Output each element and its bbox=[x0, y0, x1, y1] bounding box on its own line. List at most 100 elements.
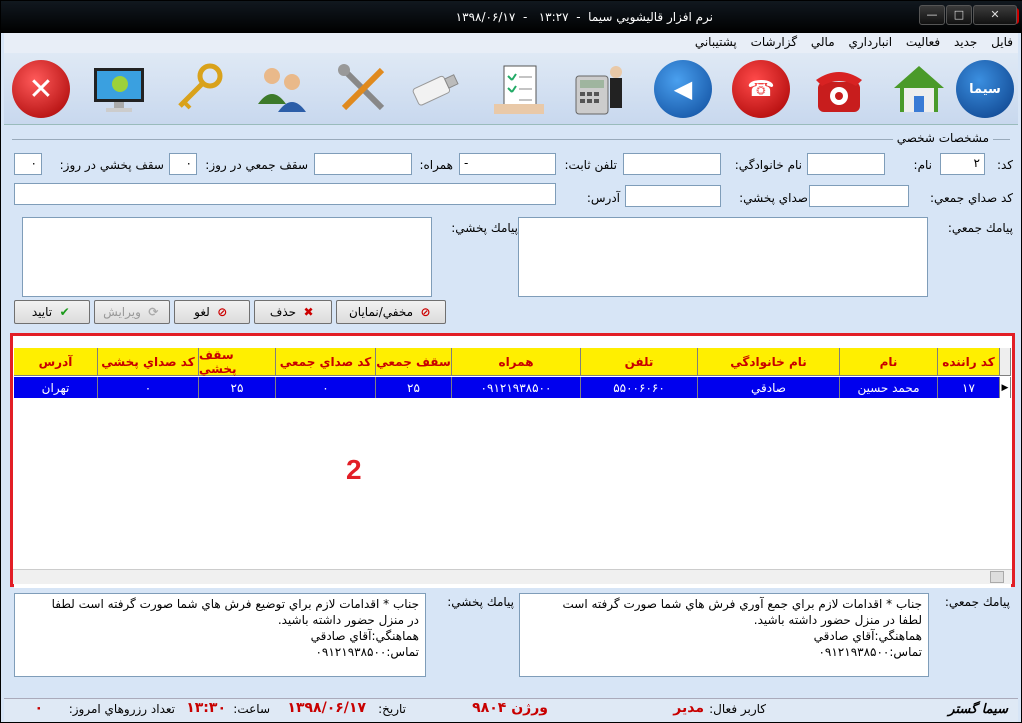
minimize-button[interactable]: — bbox=[919, 5, 945, 25]
group-voice-label: كد صداي جمعي: bbox=[929, 191, 1013, 205]
table-header[interactable]: نام خانوادگي bbox=[698, 348, 840, 376]
family-label: نام خانوادگي: bbox=[734, 158, 802, 172]
personal-info-panel: مشخصات شخصي كد: ۲ نام: نام خانوادگي: تلف… bbox=[4, 125, 1018, 331]
edit-button[interactable]: ⟳ ويرايش bbox=[94, 300, 170, 324]
cell-group-cap[interactable]: ۲۵ bbox=[376, 377, 452, 398]
broadcast-cap-label: سقف پخشي در روز: bbox=[59, 158, 164, 172]
cell-driver-code[interactable]: ۱۷ bbox=[938, 377, 1000, 398]
family-field[interactable] bbox=[623, 153, 721, 175]
cell-address[interactable]: تهران bbox=[14, 377, 98, 398]
tools-icon[interactable] bbox=[330, 56, 396, 122]
group-sms-label: پيامك جمعي: bbox=[947, 221, 1013, 235]
monitor-icon[interactable] bbox=[86, 56, 152, 122]
checklist-icon[interactable] bbox=[486, 56, 552, 122]
megaphone-icon[interactable]: ◀ bbox=[650, 56, 716, 122]
user-label: كاربر فعال: bbox=[709, 702, 766, 716]
maximize-button[interactable]: □ bbox=[946, 5, 972, 25]
menu-inventory[interactable]: انبارداري bbox=[843, 33, 897, 51]
table-header[interactable]: نام bbox=[840, 348, 938, 376]
x-icon: ✖ bbox=[303, 305, 314, 319]
phone-circle-icon[interactable]: ☎ bbox=[728, 56, 794, 122]
code-field[interactable]: ۲ bbox=[940, 153, 985, 175]
red-phone-icon[interactable] bbox=[806, 56, 872, 122]
sima-logo-icon[interactable]: سيما bbox=[952, 56, 1018, 122]
reservations-label: تعداد رزروهاي امروز: bbox=[68, 702, 175, 716]
broadcast-sms-label: پيامك پخشي: bbox=[451, 221, 518, 235]
name-label: نام: bbox=[913, 158, 932, 172]
table-header[interactable]: همراه bbox=[452, 348, 581, 376]
title-time: ۱۳:۲۷ bbox=[538, 10, 569, 24]
cell-broadcast-cap[interactable]: ۲۵ bbox=[199, 377, 276, 398]
table-header[interactable]: كد راننده bbox=[938, 348, 1000, 376]
toolbar: سيما ☎ ◀ ✕ bbox=[4, 53, 1018, 125]
menu-bar: فايل جديد فعاليت انبارداري مالي گزارشات … bbox=[4, 33, 1018, 53]
cell-family[interactable]: صادقي bbox=[698, 377, 840, 398]
menu-new[interactable]: جديد bbox=[949, 33, 982, 51]
cell-phone[interactable]: ۵۵۰۰۶۰۶۰ bbox=[581, 377, 698, 398]
horizontal-scrollbar[interactable] bbox=[13, 569, 1012, 584]
cell-group-voice[interactable]: ۰ bbox=[276, 377, 376, 398]
delete-button[interactable]: ✖ حذف bbox=[254, 300, 332, 324]
toggle-label: مخفي/نمايان bbox=[348, 305, 414, 319]
no-entry-icon: ⊘ bbox=[420, 305, 431, 319]
cell-name[interactable]: محمد حسين bbox=[840, 377, 938, 398]
exit-icon[interactable]: ✕ bbox=[8, 56, 74, 122]
reservations-count: ۰ bbox=[34, 700, 43, 716]
cell-mobile[interactable]: ۰۹۱۲۱۹۳۸۵۰۰ bbox=[452, 377, 581, 398]
status-bar: سيما گستر كاربر فعال: مدير ورژن ۹۸۰۴ تار… bbox=[4, 698, 1018, 722]
title-bar: نرم افزار قاليشويي سيما - ۱۳:۲۷ - ۱۳۹۸/۰… bbox=[1, 1, 1022, 33]
no-entry-icon: ⊘ bbox=[217, 305, 228, 319]
menu-file[interactable]: فايل bbox=[986, 33, 1018, 51]
users-icon[interactable] bbox=[248, 56, 314, 122]
group-cap-field[interactable] bbox=[314, 153, 412, 175]
toggle-visibility-button[interactable]: ⊘ مخفي/نمايان bbox=[336, 300, 446, 324]
main-window: نرم افزار قاليشويي سيما - ۱۳:۲۷ - ۱۳۹۸/۰… bbox=[0, 0, 1022, 723]
table-header[interactable]: سقف پخشي bbox=[199, 348, 276, 376]
mobile-label: همراه: bbox=[419, 158, 453, 172]
confirm-label: تاييد bbox=[31, 305, 53, 319]
code-label: كد: bbox=[996, 158, 1013, 172]
time-label: ساعت: bbox=[233, 702, 270, 716]
cell-broadcast-voice[interactable]: ۰ bbox=[98, 377, 199, 398]
group-sms-preview-label: پيامك جمعي: bbox=[944, 595, 1010, 609]
keys-icon[interactable] bbox=[166, 56, 232, 122]
address-label: آدرس: bbox=[586, 191, 620, 205]
table-header[interactable]: كد صداي جمعي bbox=[276, 348, 376, 376]
calculator-icon[interactable] bbox=[566, 56, 632, 122]
broadcast-sms-textarea[interactable] bbox=[22, 217, 432, 297]
broadcast-sms-preview: جناب * اقدامات لازم براي توضيع فرش هاي ش… bbox=[14, 593, 426, 677]
home-icon[interactable] bbox=[886, 56, 952, 122]
menu-activity[interactable]: فعاليت bbox=[901, 33, 945, 51]
group-voice-field[interactable] bbox=[809, 185, 909, 207]
usb-drive-icon[interactable] bbox=[402, 56, 468, 122]
row-selector-header bbox=[1000, 348, 1011, 376]
table-header[interactable]: تلفن bbox=[581, 348, 698, 376]
close-button[interactable]: ✕ bbox=[973, 5, 1017, 25]
menu-finance[interactable]: مالي bbox=[806, 33, 840, 51]
table-header[interactable]: سقف جمعي bbox=[376, 348, 452, 376]
date-label: تاريخ: bbox=[378, 702, 406, 716]
window-title: نرم افزار قاليشويي سيما - ۱۳:۲۷ - ۱۳۹۸/۰… bbox=[455, 10, 713, 24]
mobile-field[interactable]: - bbox=[459, 153, 556, 175]
app-name: نرم افزار قاليشويي سيما bbox=[588, 10, 713, 24]
menu-reports[interactable]: گزارشات bbox=[746, 33, 802, 51]
menu-support[interactable]: پشتيباني bbox=[690, 33, 742, 51]
version: ورژن ۹۸۰۴ bbox=[472, 700, 548, 716]
group-sms-textarea[interactable] bbox=[518, 217, 928, 297]
name-field[interactable] bbox=[807, 153, 885, 175]
table-header[interactable]: كد صداي پخشي bbox=[98, 348, 199, 376]
scroll-thumb[interactable] bbox=[990, 571, 1004, 583]
address-field[interactable] bbox=[14, 183, 556, 205]
group-title: مشخصات شخصي bbox=[892, 131, 993, 145]
status-date: ۱۳۹۸/۰۶/۱۷ bbox=[287, 700, 366, 716]
cancel-button[interactable]: ⊘ لغو bbox=[174, 300, 250, 324]
table-header[interactable]: آدرس bbox=[14, 348, 98, 376]
cancel-label: لغو bbox=[194, 305, 210, 319]
edit-label: ويرايش bbox=[103, 305, 141, 319]
broadcast-cap-field[interactable]: ۰ bbox=[14, 153, 42, 175]
group-cap-day-field[interactable]: ۰ bbox=[169, 153, 197, 175]
annotation-number: 2 bbox=[346, 454, 362, 485]
confirm-button[interactable]: ✔ تاييد bbox=[14, 300, 90, 324]
delete-label: حذف bbox=[269, 305, 297, 319]
broadcast-voice-field[interactable] bbox=[625, 185, 721, 207]
